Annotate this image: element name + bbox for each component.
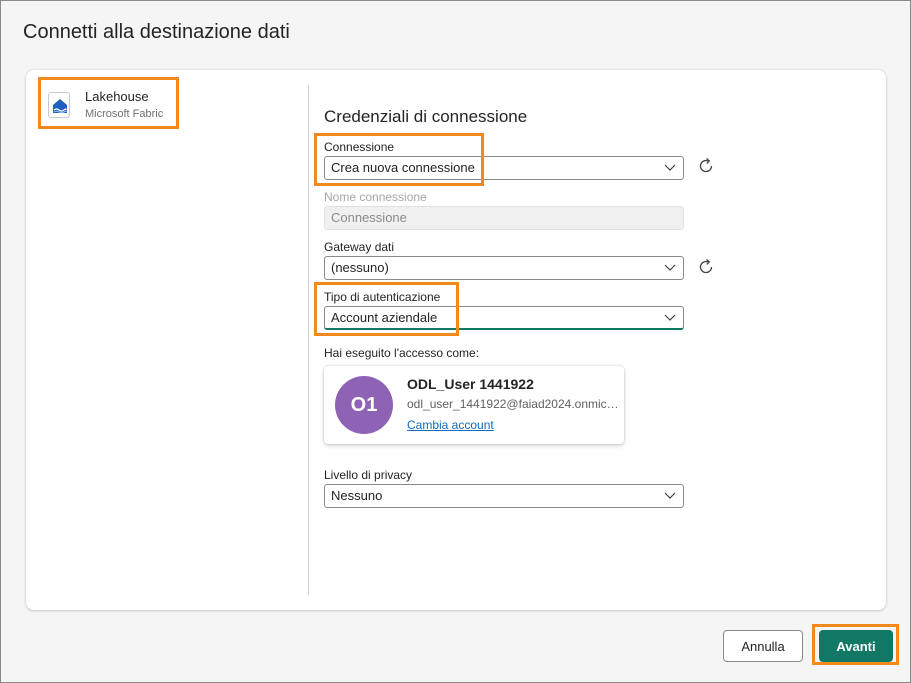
privacy-value: Nessuno [331,488,383,503]
connection-value: Crea nuova connessione [331,160,475,175]
connection-name-label: Nome connessione [324,190,427,204]
avatar: O1 [335,376,393,434]
chevron-down-icon [664,314,676,321]
dialog-title: Connetti alla destinazione dati [23,21,290,43]
lakehouse-icon [48,92,70,118]
account-card: O1 ODL_User 1441922 odl_user_1441922@fai… [324,366,624,444]
account-email: odl_user_1441922@faiad2024.onmicrosoft.c… [407,397,622,411]
privacy-select[interactable]: Nessuno [324,484,684,508]
account-name: ODL_User 1441922 [407,376,534,392]
gateway-label: Gateway dati [324,240,395,254]
connection-select[interactable]: Crea nuova connessione [324,156,684,180]
gateway-select[interactable]: (nessuno) [324,256,684,280]
divider [308,85,309,595]
connection-name-input: Connessione [324,206,684,230]
auth-type-select[interactable]: Account aziendale [324,306,684,330]
cancel-button[interactable]: Annulla [723,630,803,662]
section-title: Credenziali di connessione [324,107,528,126]
change-account-link[interactable]: Cambia account [407,418,494,432]
source-provider: Microsoft Fabric [85,108,164,120]
gateway-value: (nessuno) [331,260,389,275]
auth-type-value: Account aziendale [331,310,438,325]
connection-name-placeholder: Connessione [331,210,407,225]
connection-label: Connessione [324,140,395,154]
privacy-label: Livello di privacy [324,468,413,482]
main-panel: Lakehouse Microsoft Fabric Credenziali d… [26,70,886,610]
next-button[interactable]: Avanti [819,630,893,662]
chevron-down-icon [664,264,676,271]
refresh-icon[interactable] [696,156,716,176]
source-name: Lakehouse [85,89,149,104]
chevron-down-icon [664,492,676,499]
refresh-icon[interactable] [696,257,716,277]
chevron-down-icon [664,164,676,171]
auth-type-label: Tipo di autenticazione [324,290,441,304]
signed-in-label: Hai eseguito l'accesso come: [324,346,480,360]
